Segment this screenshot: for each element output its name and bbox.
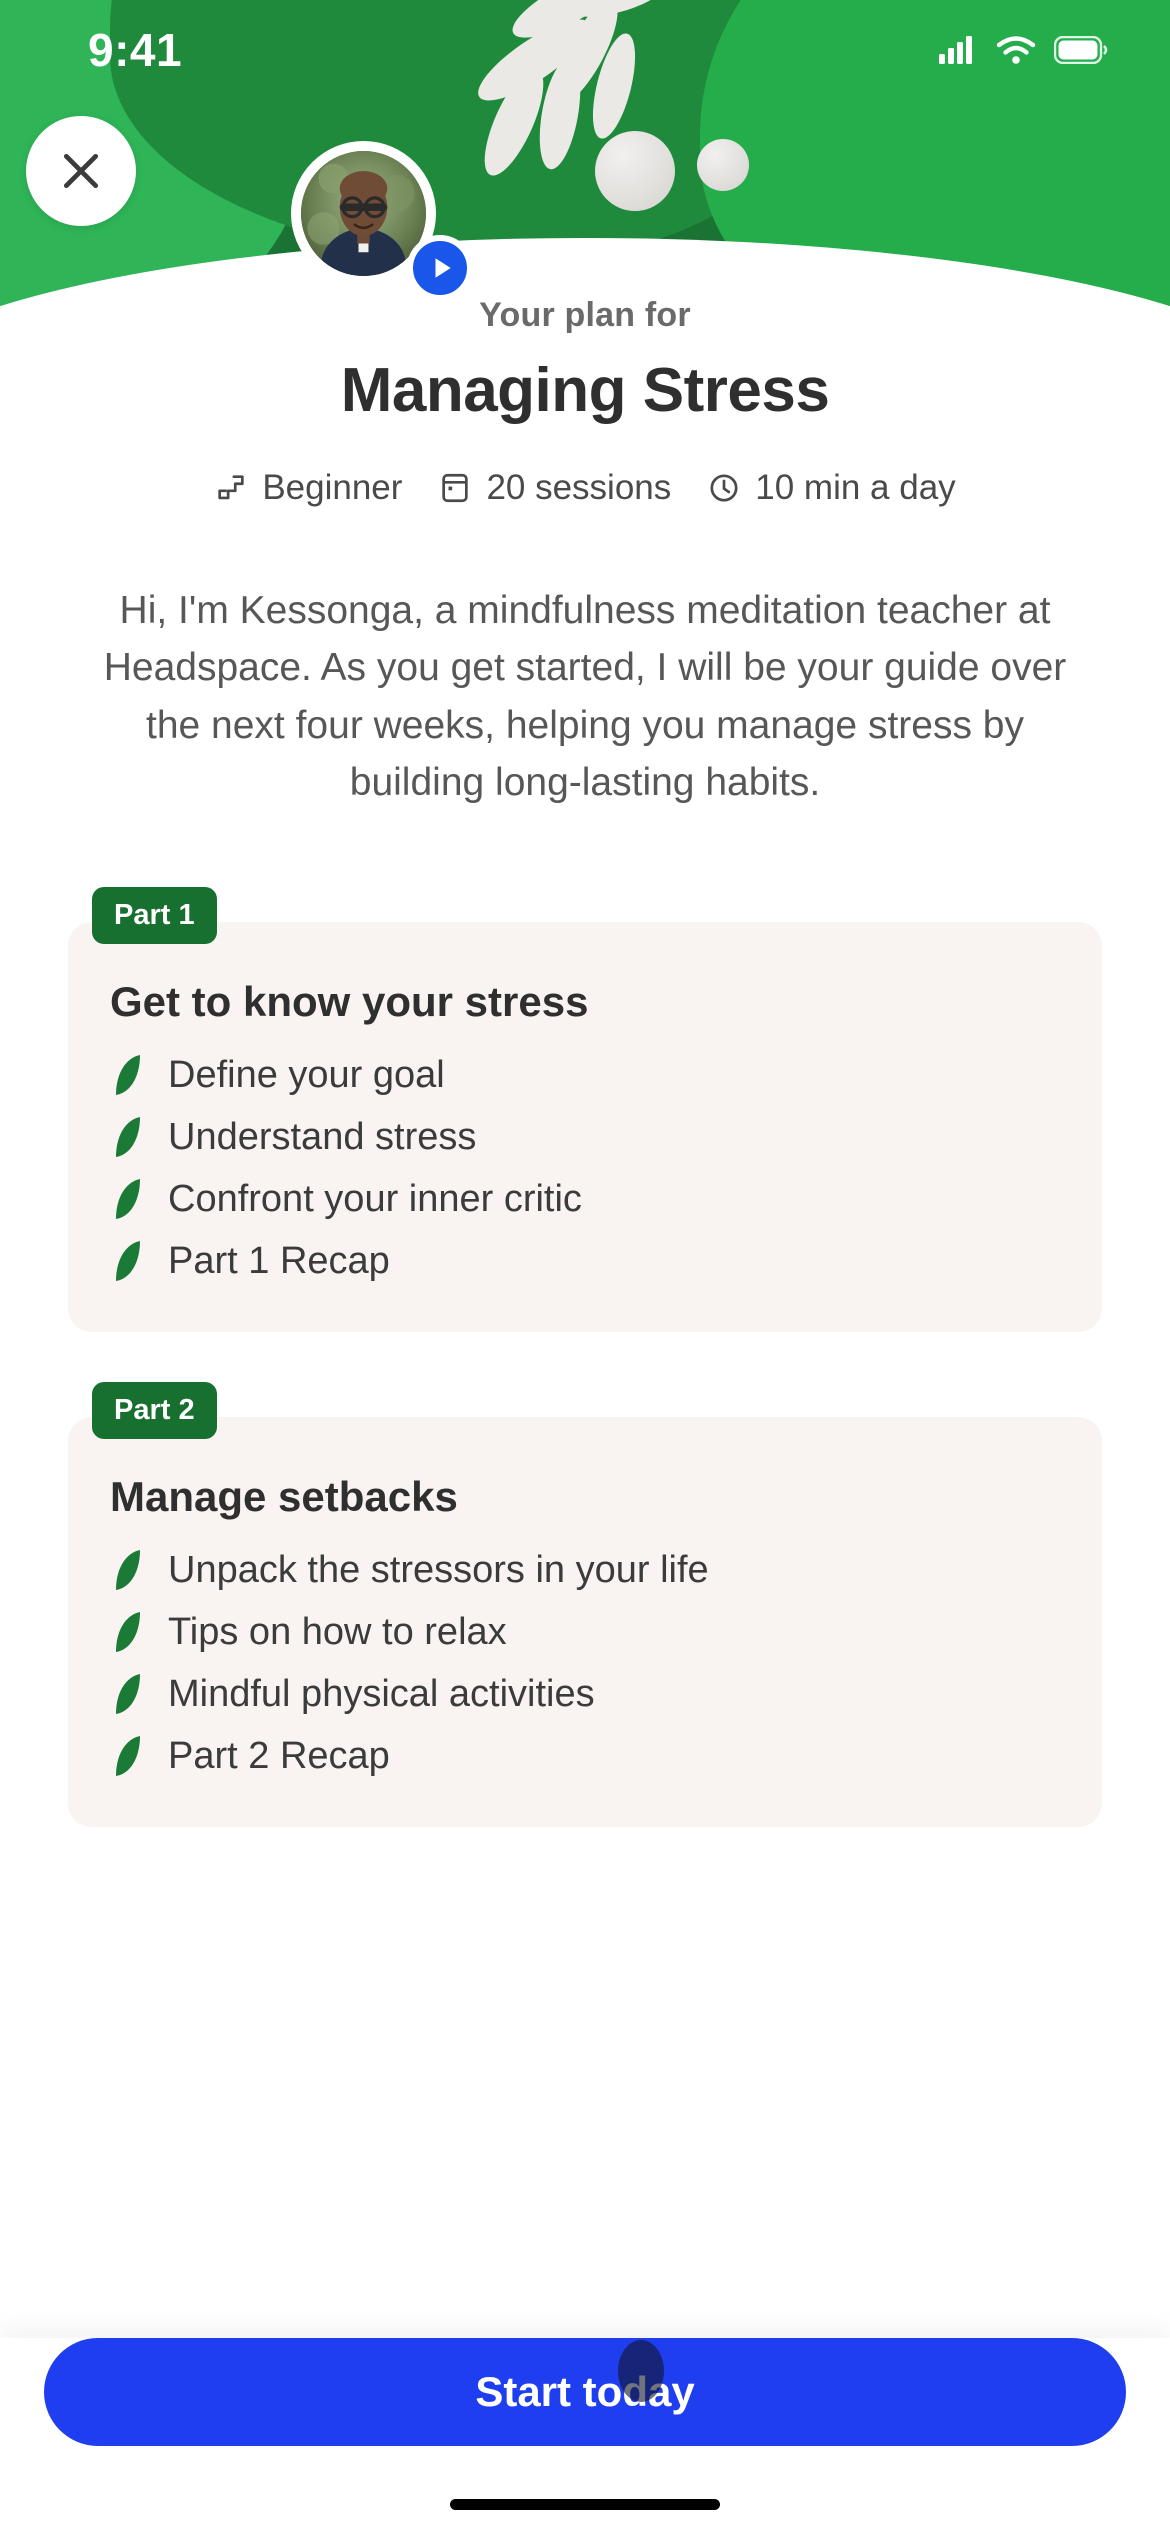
list-item[interactable]: Understand stress xyxy=(110,1106,1060,1168)
meta-label-sessions: 20 sessions xyxy=(486,468,672,507)
list-item-label: Define your goal xyxy=(168,1053,445,1096)
meta-item-sessions: 20 sessions xyxy=(438,468,671,508)
leaf-icon xyxy=(116,1117,140,1158)
meta-label-duration: 10 min a day xyxy=(755,468,956,507)
list-item[interactable]: Unpack the stressors in your life xyxy=(110,1539,1060,1601)
close-button[interactable] xyxy=(26,116,136,226)
plan-meta-row: Beginner 20 sessions 10 min a day xyxy=(0,468,1170,508)
leaf-icon xyxy=(116,1179,140,1220)
pebble-sphere-icon xyxy=(697,139,749,191)
sessions-card-icon xyxy=(442,473,469,503)
list-item[interactable]: Define your goal xyxy=(110,1044,1060,1106)
stairs-level-icon xyxy=(218,475,245,500)
part-badge-2: Part 2 xyxy=(92,1382,217,1440)
part-section-1: Part 1 Get to know your stress Define yo… xyxy=(68,887,1102,1333)
list-item[interactable]: Mindful physical activities xyxy=(110,1663,1060,1725)
cellular-signal-icon xyxy=(939,36,972,64)
plan-description: Hi, I'm Kessonga, a mindfulness meditati… xyxy=(103,589,1067,804)
status-bar: 9:41 xyxy=(0,0,1170,100)
part-card-1: Get to know your stress Define your goal… xyxy=(68,922,1102,1333)
app-screen: 9:41 Your plan for Managing Stress Begin… xyxy=(0,0,1170,2532)
pebble-sphere-icon xyxy=(595,131,675,211)
plan-eyebrow: Your plan for xyxy=(479,296,691,334)
teacher-avatar[interactable] xyxy=(291,141,473,301)
list-item[interactable]: Part 1 Recap xyxy=(110,1230,1060,1292)
avatar-image xyxy=(301,151,426,276)
clock-icon xyxy=(710,474,738,502)
wifi-icon xyxy=(996,36,1036,64)
list-item-label: Mindful physical activities xyxy=(168,1672,595,1715)
plan-content: Your plan for Managing Stress Beginner 2… xyxy=(0,296,1170,1828)
meta-item-level: Beginner xyxy=(214,468,402,508)
status-bar-time: 9:41 xyxy=(88,24,183,76)
play-icon xyxy=(435,258,451,278)
part-title-1: Get to know your stress xyxy=(110,978,589,1026)
leaf-icon xyxy=(116,1055,140,1096)
meta-label-level: Beginner xyxy=(262,468,403,507)
part-section-2: Part 2 Manage setbacks Unpack the stress… xyxy=(68,1382,1102,1828)
leaf-icon xyxy=(116,1674,140,1715)
part-badge-1: Part 1 xyxy=(92,887,217,945)
avatar-portrait-icon xyxy=(301,151,426,276)
start-today-button[interactable]: Start today xyxy=(44,2338,1126,2446)
status-bar-icons xyxy=(938,35,1108,65)
meta-item-duration: 10 min a day xyxy=(707,468,956,508)
list-item-label: Understand stress xyxy=(168,1115,477,1158)
leaf-icon xyxy=(116,1241,140,1282)
close-icon xyxy=(63,153,99,189)
leaf-icon xyxy=(116,1612,140,1653)
list-item-label: Part 1 Recap xyxy=(168,1239,390,1282)
list-item[interactable]: Part 2 Recap xyxy=(110,1725,1060,1787)
part-title-2: Manage setbacks xyxy=(110,1473,458,1521)
play-button[interactable] xyxy=(407,235,473,301)
list-item-label: Part 2 Recap xyxy=(168,1734,390,1777)
leaf-icon xyxy=(116,1550,140,1591)
list-item-label: Confront your inner critic xyxy=(168,1177,582,1220)
list-item-label: Unpack the stressors in your life xyxy=(168,1548,709,1591)
home-indicator[interactable] xyxy=(450,2499,720,2510)
leaf-icon xyxy=(116,1736,140,1777)
footer-bar: Start today xyxy=(0,2338,1170,2532)
part-card-2: Manage setbacks Unpack the stressors in … xyxy=(68,1417,1102,1828)
battery-icon xyxy=(1054,36,1108,64)
list-item-label: Tips on how to relax xyxy=(168,1610,507,1653)
list-item[interactable]: Tips on how to relax xyxy=(110,1601,1060,1663)
list-item[interactable]: Confront your inner critic xyxy=(110,1168,1060,1230)
page-title: Managing Stress xyxy=(340,356,830,425)
